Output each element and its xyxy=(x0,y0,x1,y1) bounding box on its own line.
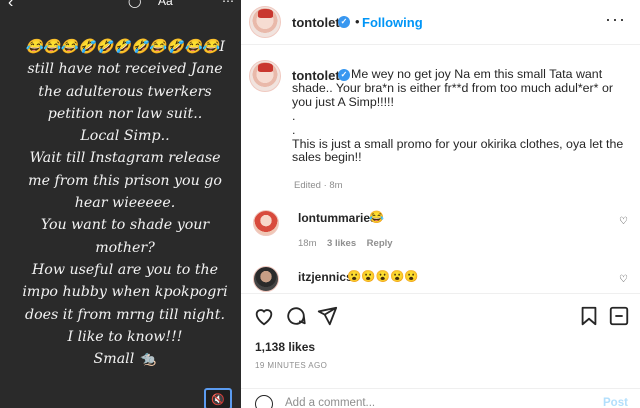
comment-icon[interactable] xyxy=(285,305,307,327)
action-bar: 1,138 likes 19 MINUTES AGO Add a comment… xyxy=(241,293,640,408)
comment-input[interactable]: Add a comment... xyxy=(285,397,375,408)
comment-like-icon[interactable]: ♡ xyxy=(619,216,628,227)
comment-text: 😮😮😮😮😮 xyxy=(347,271,419,283)
story-panel: ‹ ◯ Aa ⋯ 😂😂😂🤣🤣🤣🤣😂🤣😂😂I still have not rec… xyxy=(0,0,241,408)
speaker-muted-icon: 🔇 xyxy=(211,393,225,406)
text-tool-icon[interactable]: Aa xyxy=(158,0,173,8)
caption-text: Me wey no get joy Na em this small Tata … xyxy=(292,67,624,165)
mute-button[interactable]: 🔇 xyxy=(204,388,232,408)
more-icon[interactable]: ⋯ xyxy=(222,0,234,8)
share-icon[interactable] xyxy=(316,305,338,327)
avatar[interactable] xyxy=(249,60,281,92)
reply-button[interactable]: Reply xyxy=(367,238,393,249)
caption-username[interactable]: tontolet xyxy=(292,68,340,83)
comment-text: 😂 xyxy=(369,210,384,224)
comment-meta: 18m 3 likes Reply xyxy=(298,238,393,249)
avatar[interactable] xyxy=(253,210,279,236)
comment-username[interactable]: lontummarie5 xyxy=(298,211,377,225)
add-comment-row: Add a comment... Post xyxy=(241,388,640,408)
post-username[interactable]: tontolet xyxy=(292,15,340,30)
comment-likes[interactable]: 3 likes xyxy=(327,238,356,249)
avatar[interactable] xyxy=(253,266,279,292)
verified-icon: ✓ xyxy=(338,16,350,28)
comment-age: 18m xyxy=(298,238,317,249)
heart-icon[interactable] xyxy=(253,305,275,327)
comment-like-icon[interactable]: ♡ xyxy=(619,274,628,285)
emoji-icon[interactable] xyxy=(255,395,273,408)
bookmark-icon[interactable] xyxy=(578,305,600,327)
comment-username[interactable]: itzjennics xyxy=(298,270,353,284)
story-text: 😂😂😂🤣🤣🤣🤣😂🤣😂😂I still have not received Jan… xyxy=(22,39,228,368)
timestamp: 19 MINUTES AGO xyxy=(255,361,328,370)
caption-meta: Edited · 8m xyxy=(294,180,343,191)
verified-icon: ✓ xyxy=(338,69,350,81)
post-button[interactable]: Post xyxy=(603,397,628,408)
back-icon[interactable]: ‹ xyxy=(8,0,13,12)
circle-icon[interactable]: ◯ xyxy=(128,0,141,8)
story-top-bar: ‹ ◯ Aa ⋯ xyxy=(0,0,241,12)
post-header: tontolet ✓ • Following ··· xyxy=(241,0,640,45)
following-button[interactable]: Following xyxy=(362,15,423,30)
mute-toggle-icon[interactable] xyxy=(608,305,630,327)
likes-count[interactable]: 1,138 likes xyxy=(255,340,315,354)
more-options-icon[interactable]: ··· xyxy=(605,9,626,30)
avatar[interactable] xyxy=(249,6,281,38)
separator-dot: • xyxy=(355,14,360,29)
post-panel: tontolet ✓ • Following ··· Me wey no get… xyxy=(241,0,640,408)
